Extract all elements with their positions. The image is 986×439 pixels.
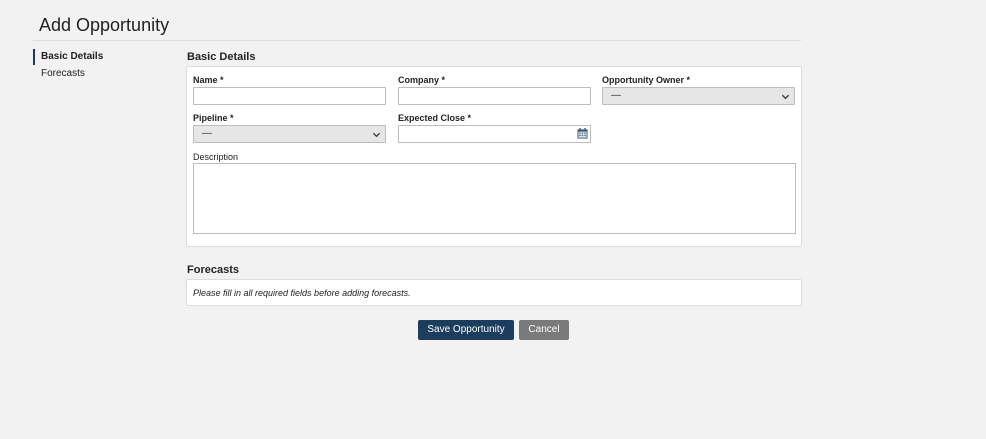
pipeline-selected: — bbox=[202, 128, 212, 139]
description-label: Description bbox=[193, 152, 239, 162]
basic-details-heading: Basic Details bbox=[187, 51, 256, 63]
name-input[interactable] bbox=[193, 87, 386, 105]
pipeline-select[interactable]: — bbox=[193, 125, 386, 143]
forecasts-heading: Forecasts bbox=[187, 264, 239, 276]
chevron-down-icon bbox=[372, 132, 381, 138]
title-divider bbox=[33, 40, 801, 41]
side-nav-item-forecasts[interactable]: Forecasts bbox=[33, 66, 173, 82]
save-opportunity-button[interactable]: Save Opportunity bbox=[418, 320, 514, 340]
expected-close-label: Expected Close * bbox=[398, 113, 472, 123]
page-title: Add Opportunity bbox=[39, 15, 170, 35]
opportunity-owner-selected: — bbox=[611, 90, 621, 101]
name-label: Name * bbox=[193, 75, 224, 85]
company-label: Company * bbox=[398, 75, 446, 85]
opportunity-owner-label: Opportunity Owner * bbox=[602, 75, 691, 85]
company-input[interactable] bbox=[398, 87, 591, 105]
side-nav-item-basic-details[interactable]: Basic Details bbox=[33, 49, 173, 65]
calendar-icon[interactable] bbox=[577, 128, 588, 139]
chevron-down-icon bbox=[781, 94, 790, 100]
description-textarea[interactable] bbox=[193, 163, 796, 234]
opportunity-owner-select[interactable]: — bbox=[602, 87, 795, 105]
side-nav: Basic Details Forecasts bbox=[33, 49, 173, 83]
forecasts-message: Please fill in all required fields befor… bbox=[193, 288, 411, 298]
pipeline-label: Pipeline * bbox=[193, 113, 234, 123]
expected-close-field bbox=[398, 125, 591, 143]
basic-details-panel: Name * Company * Opportunity Owner * — P… bbox=[186, 66, 802, 247]
expected-close-input[interactable] bbox=[398, 125, 591, 143]
forecasts-panel: Please fill in all required fields befor… bbox=[186, 279, 802, 306]
cancel-button[interactable]: Cancel bbox=[519, 320, 569, 340]
